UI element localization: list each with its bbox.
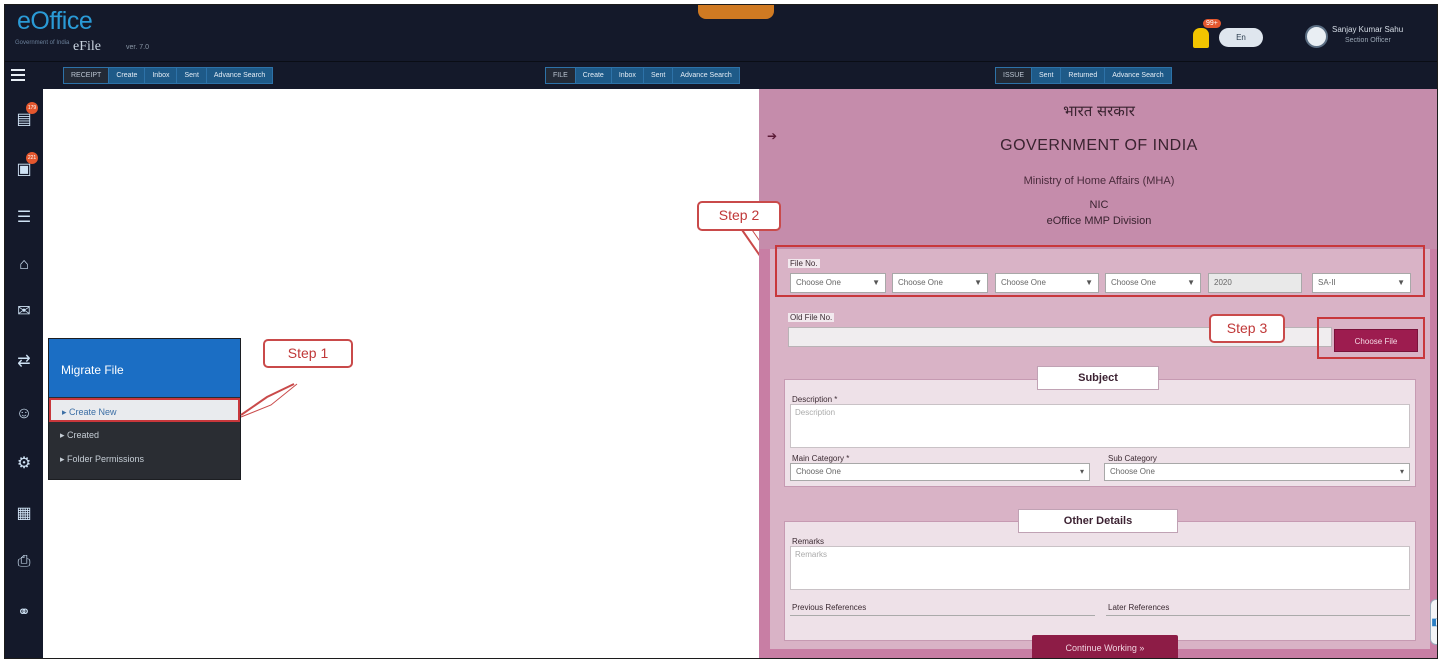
avatar-icon[interactable]: [1305, 25, 1328, 48]
nav-receipt-advance-search[interactable]: Advance Search: [207, 68, 272, 83]
step-1-callout: Step 1: [263, 339, 353, 368]
main-category-label: Main Category *: [792, 454, 850, 463]
bell-icon[interactable]: [1193, 28, 1209, 48]
step-2-callout: Step 2: [697, 201, 781, 231]
migrate-file-form-panel: ➔ भारत सरकार GOVERNMENT OF INDIA Ministr…: [759, 89, 1437, 658]
print-icon[interactable]: ⎙: [14, 551, 34, 573]
logo-tagline: Government of India: [15, 40, 70, 46]
menu-item-created[interactable]: ▸ Created: [49, 423, 240, 447]
book-icon[interactable]: ▦: [14, 503, 34, 525]
main-category-select[interactable]: Choose One ▾: [790, 463, 1090, 481]
list-icon[interactable]: ☰: [14, 207, 34, 229]
continue-working-button[interactable]: Continue Working »: [1032, 635, 1178, 658]
previous-references-label: Previous References: [792, 603, 867, 612]
menu-item-create-new[interactable]: ▸ Create New: [49, 398, 240, 422]
chat-icon[interactable]: ◧: [1430, 599, 1437, 645]
notification-badge: 99+: [1203, 19, 1221, 28]
nav-group-issue: ISSUE Sent Returned Advance Search: [995, 67, 1172, 84]
user-designation: Section Officer: [1345, 37, 1391, 44]
nav-file-inbox[interactable]: Inbox: [612, 68, 644, 83]
other-details-section-title: Other Details: [1018, 509, 1178, 533]
later-references-label: Later References: [1108, 603, 1170, 612]
user-name[interactable]: Sanjay Kumar Sahu: [1332, 25, 1403, 34]
sub-category-select[interactable]: Choose One ▾: [1104, 463, 1410, 481]
nav-issue-sent[interactable]: Sent: [1032, 68, 1062, 83]
remarks-label: Remarks: [792, 537, 825, 546]
home-icon[interactable]: ⌂: [14, 254, 34, 276]
sub-category-label: Sub Category: [1108, 454, 1157, 463]
form-body: File No. Choose One ▼ Choose One ▼ Choose …: [770, 249, 1430, 649]
nav-file-create[interactable]: Create: [576, 68, 612, 83]
migrate-file-menu: Migrate File ▸ Create New ▸ Created ▸ Fo…: [48, 338, 241, 480]
app-title: eFile: [73, 39, 101, 54]
main-nav: RECEIPT Create Inbox Sent Advance Search…: [5, 61, 1437, 89]
app-version: ver. 7.0: [126, 44, 149, 51]
file-no-highlight: [775, 245, 1425, 297]
sidebar-icons: ▤ 179 ▣ 221 ☰ ⌂ ✉ ⇄ ☺ ⚙ ▦ ⎙ ⚭: [5, 89, 43, 658]
app-header: eOffice Government of India eFile ver. 7…: [5, 5, 1437, 61]
migrate-menu-header: Migrate File: [49, 339, 240, 397]
user-icon[interactable]: ☺: [14, 403, 34, 425]
panel-header: ➔ भारत सरकार GOVERNMENT OF INDIA Ministr…: [759, 89, 1437, 249]
old-file-no-label: Old File No.: [788, 313, 835, 322]
eoffice-logo[interactable]: eOffice: [17, 7, 93, 36]
previous-references-underline: [790, 615, 1095, 616]
nav-receipt-create[interactable]: Create: [109, 68, 146, 83]
nav-head-file[interactable]: FILE: [546, 68, 576, 83]
description-label: Description *: [792, 395, 838, 404]
description-textarea[interactable]: Description: [790, 404, 1410, 448]
dispatch-icon[interactable]: ✉: [14, 301, 34, 323]
nav-group-file: FILE Create Inbox Sent Advance Search: [545, 67, 740, 84]
later-references-underline: [1106, 615, 1410, 616]
nav-file-sent[interactable]: Sent: [644, 68, 674, 83]
migrate-icon[interactable]: ⇄: [14, 351, 34, 373]
org-name: NIC: [1089, 199, 1109, 211]
app-window: eOffice Government of India eFile ver. 7…: [4, 4, 1438, 659]
menu-item-folder-permissions-label: Folder Permissions: [67, 454, 145, 464]
migrate-menu-title: Migrate File: [61, 363, 124, 377]
settings-icon[interactable]: ⚙: [14, 453, 34, 475]
menu-item-created-label: Created: [67, 430, 100, 440]
file-badge: 221: [26, 152, 38, 164]
chevron-down-icon: ▾: [1399, 467, 1404, 476]
nav-head-issue[interactable]: ISSUE: [996, 68, 1033, 83]
chevron-down-icon: ▾: [1079, 467, 1084, 476]
main-category-value: Choose One: [796, 467, 841, 476]
ministry-name: Ministry of Home Affairs (MHA): [1023, 175, 1175, 187]
nav-receipt-sent[interactable]: Sent: [177, 68, 207, 83]
step-3-callout: Step 3: [1209, 314, 1285, 343]
nav-issue-advance-search[interactable]: Advance Search: [1105, 68, 1170, 83]
share-icon[interactable]: ⚭: [14, 602, 34, 624]
division-name: eOffice MMP Division: [1046, 215, 1152, 227]
center-handle[interactable]: [698, 5, 774, 19]
nav-head-receipt[interactable]: RECEIPT: [64, 68, 110, 83]
nav-group-receipt: RECEIPT Create Inbox Sent Advance Search: [63, 67, 274, 84]
choose-file-highlight: [1317, 317, 1425, 359]
menu-icon[interactable]: [11, 69, 25, 81]
remarks-textarea[interactable]: Remarks: [790, 546, 1410, 590]
nav-issue-returned[interactable]: Returned: [1061, 68, 1106, 83]
nav-receipt-inbox[interactable]: Inbox: [145, 68, 178, 83]
menu-item-folder-permissions[interactable]: ▸ Folder Permissions: [49, 447, 240, 471]
menu-item-create-new-label: Create New: [69, 407, 117, 417]
gov-hindi: भारत सरकार: [1063, 102, 1135, 120]
subject-section-title: Subject: [1037, 366, 1159, 390]
gov-english: GOVERNMENT OF INDIA: [1000, 137, 1198, 154]
receipt-badge: 179: [26, 102, 38, 114]
sub-category-value: Choose One: [1110, 467, 1155, 476]
nav-file-advance-search[interactable]: Advance Search: [673, 68, 738, 83]
language-toggle[interactable]: En: [1219, 28, 1263, 47]
